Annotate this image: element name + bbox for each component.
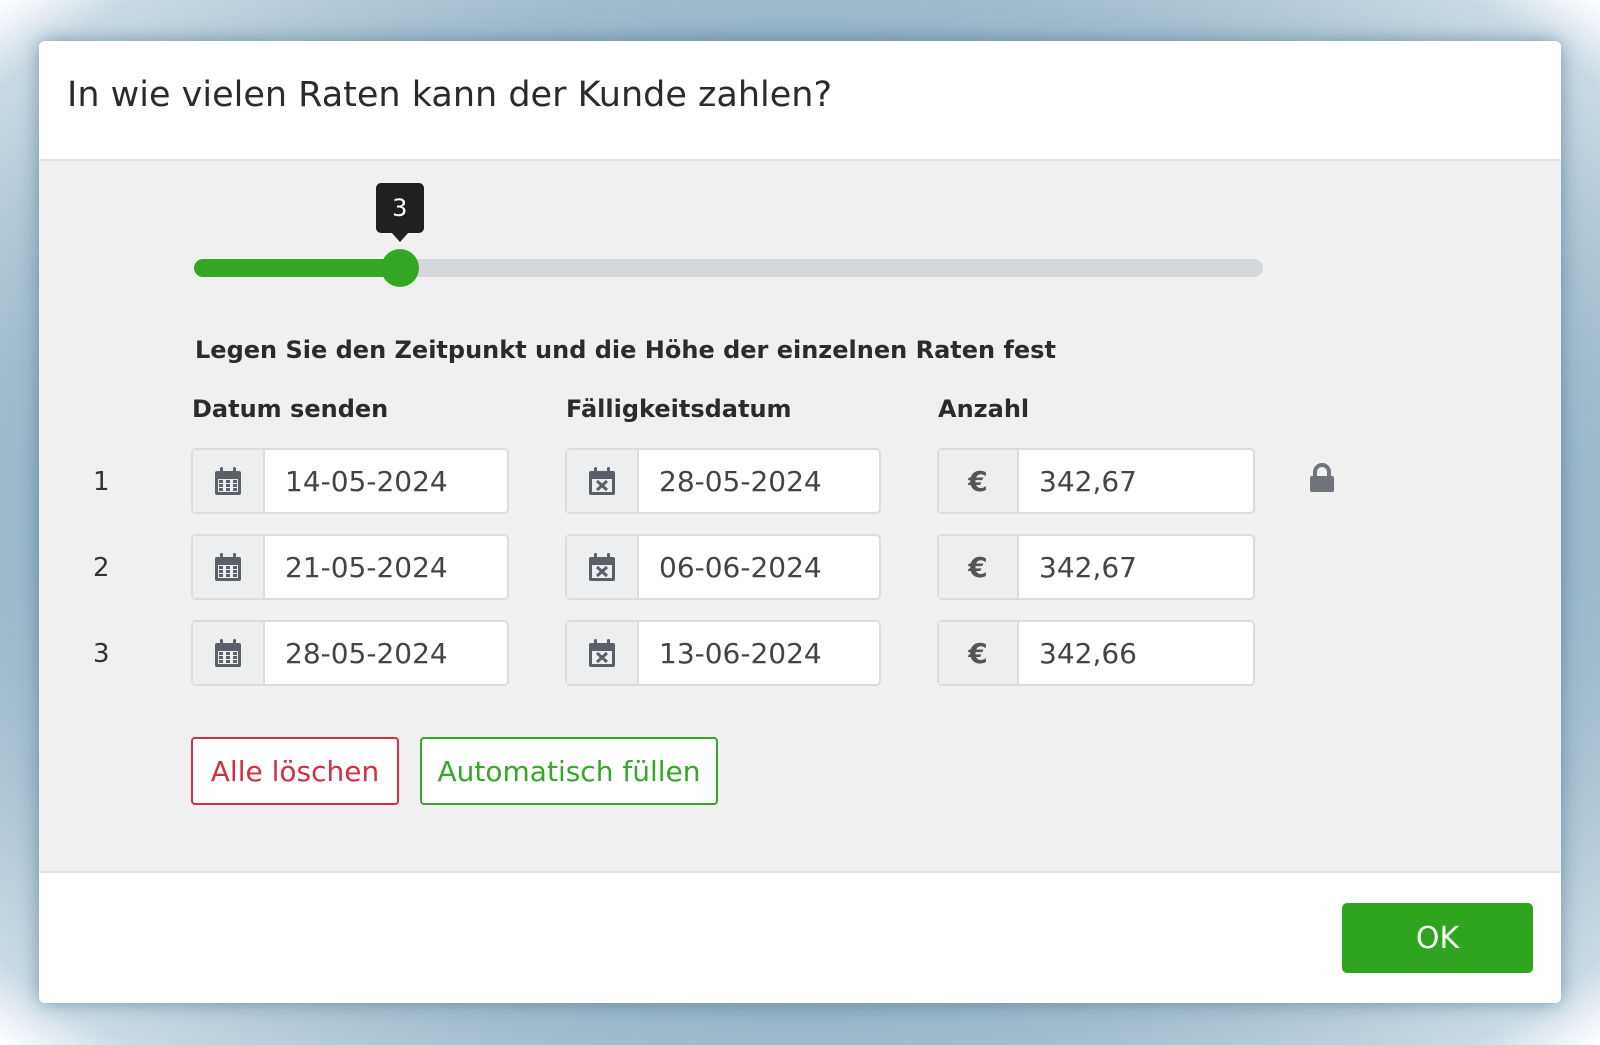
calendar-icon[interactable] bbox=[193, 536, 265, 598]
dialog-title: In wie vielen Raten kann der Kunde zahle… bbox=[67, 75, 833, 115]
backdrop: In wie vielen Raten kann der Kunde zahle… bbox=[0, 0, 1600, 1045]
installments-dialog: In wie vielen Raten kann der Kunde zahle… bbox=[39, 41, 1561, 1003]
send-date-input[interactable] bbox=[263, 622, 507, 684]
due-date-field[interactable] bbox=[565, 620, 881, 686]
amount-field[interactable]: € bbox=[937, 534, 1255, 600]
amount-field[interactable]: € bbox=[937, 620, 1255, 686]
amount-input[interactable] bbox=[1017, 450, 1253, 512]
due-date-input[interactable] bbox=[637, 450, 879, 512]
section-title: Legen Sie den Zeitpunkt und die Höhe der… bbox=[195, 336, 1056, 364]
installments-slider-track[interactable] bbox=[194, 259, 1263, 277]
installments-slider-handle[interactable] bbox=[380, 249, 419, 287]
row-number: 1 bbox=[93, 467, 110, 497]
euro-icon: € bbox=[939, 622, 1019, 684]
send-date-field[interactable] bbox=[191, 534, 509, 600]
amount-input[interactable] bbox=[1017, 536, 1253, 598]
send-date-input[interactable] bbox=[263, 450, 507, 512]
send-date-field[interactable] bbox=[191, 620, 509, 686]
send-date-input[interactable] bbox=[263, 536, 507, 598]
amount-field[interactable]: € bbox=[937, 448, 1255, 514]
slider-value-tooltip: 3 bbox=[375, 183, 424, 242]
euro-icon: € bbox=[939, 450, 1019, 512]
amount-input[interactable] bbox=[1017, 622, 1253, 684]
column-header-due-date: Fälligkeitsdatum bbox=[566, 395, 792, 423]
calendar-icon[interactable] bbox=[193, 622, 265, 684]
lock-icon[interactable] bbox=[1309, 463, 1335, 497]
dialog-header: In wie vielen Raten kann der Kunde zahle… bbox=[39, 41, 1561, 161]
euro-icon: € bbox=[939, 536, 1019, 598]
auto-fill-button[interactable]: Automatisch füllen bbox=[420, 737, 718, 805]
due-date-input[interactable] bbox=[637, 622, 879, 684]
column-header-amount: Anzahl bbox=[938, 395, 1030, 423]
due-date-field[interactable] bbox=[565, 448, 881, 514]
due-date-input[interactable] bbox=[637, 536, 879, 598]
calendar-x-icon[interactable] bbox=[567, 450, 639, 512]
calendar-x-icon[interactable] bbox=[567, 622, 639, 684]
ok-button[interactable]: OK bbox=[1342, 903, 1533, 973]
row-number: 2 bbox=[93, 553, 110, 583]
column-header-send-date: Datum senden bbox=[192, 395, 389, 423]
calendar-icon[interactable] bbox=[193, 450, 265, 512]
dialog-footer: OK bbox=[39, 871, 1561, 1003]
due-date-field[interactable] bbox=[565, 534, 881, 600]
calendar-x-icon[interactable] bbox=[567, 536, 639, 598]
send-date-field[interactable] bbox=[191, 448, 509, 514]
installments-slider-fill bbox=[194, 259, 400, 277]
clear-all-button[interactable]: Alle löschen bbox=[191, 737, 399, 805]
row-number: 3 bbox=[93, 639, 110, 669]
